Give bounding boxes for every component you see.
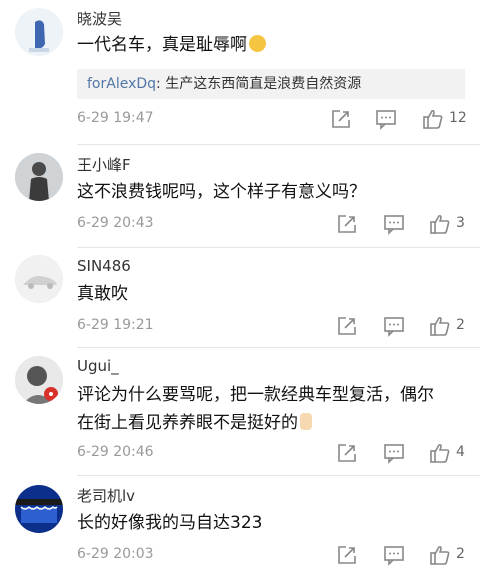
comment-text: 这不浪费钱呢吗，这个样子有意义吗？ [77, 182, 366, 202]
like-count: 4 [456, 444, 465, 460]
thumbs-up-icon[interactable] [429, 544, 451, 566]
comment-text-content: 一代名车，真是耻辱啊 [77, 35, 247, 55]
comment-meta: 6-29 20:46 4 [77, 442, 467, 466]
avatar[interactable] [15, 153, 63, 201]
avatar[interactable] [15, 485, 63, 533]
comment-item: SIN486 真敢吹 6-29 19:21 2 [0, 248, 480, 348]
comment-meta: 6-29 19:47 12 [77, 108, 467, 132]
victory-hand-emoji [300, 413, 312, 430]
quoted-reply[interactable]: forAlexDq: 生产这东西简直是浪费自然资源 [77, 69, 465, 99]
like-count: 3 [456, 215, 465, 231]
share-edit-icon[interactable] [336, 442, 358, 464]
comment-item: 老司机lv 长的好像我的马自达323 6-29 20:03 2 [0, 476, 480, 575]
share-edit-icon[interactable] [336, 213, 358, 235]
comment-text-line: 评论为什么要骂呢，把一款经典车型复活，偶尔 [77, 385, 434, 405]
sleepy-face-emoji [249, 35, 266, 52]
comment-bubble-icon[interactable] [383, 213, 405, 235]
timestamp: 6-29 20:46 [77, 444, 154, 460]
quoted-text: 生产这东西简直是浪费自然资源 [165, 76, 362, 92]
like-count: 2 [456, 546, 465, 562]
share-edit-icon[interactable] [330, 108, 352, 130]
username[interactable]: 王小峰F [77, 154, 131, 175]
comment-text: 真敢吹 [77, 284, 128, 304]
comment-bubble-icon[interactable] [383, 442, 405, 464]
quoted-username[interactable]: forAlexDq [87, 76, 156, 92]
comment-item: 晓波吴 一代名车，真是耻辱啊 forAlexDq: 生产这东西简直是浪费自然资源… [0, 0, 480, 145]
comment-item: Ugui_ 评论为什么要骂呢，把一款经典车型复活，偶尔 在街上看见养养眼不是挺好… [0, 348, 480, 476]
avatar[interactable] [15, 356, 63, 404]
comment-text-content: 在街上看见养养眼不是挺好的 [77, 413, 298, 433]
comment-text: 一代名车，真是耻辱啊 [77, 31, 469, 59]
comment-bubble-icon[interactable] [383, 315, 405, 337]
thumbs-up-icon[interactable] [422, 108, 444, 130]
thumbs-up-icon[interactable] [429, 442, 451, 464]
timestamp: 6-29 20:03 [77, 546, 154, 562]
comment-text: 评论为什么要骂呢，把一款经典车型复活，偶尔 在街上看见养养眼不是挺好的 [77, 381, 469, 437]
comment-meta: 6-29 19:21 2 [77, 315, 467, 339]
thumbs-up-icon[interactable] [429, 213, 451, 235]
share-edit-icon[interactable] [336, 315, 358, 337]
timestamp: 6-29 19:21 [77, 317, 154, 333]
username[interactable]: 晓波吴 [77, 8, 122, 29]
comment-bubble-icon[interactable] [375, 108, 397, 130]
comment-text-line: 在街上看见养养眼不是挺好的 [77, 409, 469, 437]
timestamp: 6-29 20:43 [77, 215, 154, 231]
comment-item: 王小峰F 这不浪费钱呢吗，这个样子有意义吗？ 6-29 20:43 3 [0, 145, 480, 248]
like-count: 12 [449, 110, 467, 126]
username[interactable]: SIN486 [77, 257, 131, 275]
like-count: 2 [456, 317, 465, 333]
comment-meta: 6-29 20:03 2 [77, 544, 467, 568]
comment-bubble-icon[interactable] [383, 544, 405, 566]
avatar[interactable] [15, 8, 63, 56]
timestamp: 6-29 19:47 [77, 110, 154, 126]
comment-meta: 6-29 20:43 3 [77, 213, 467, 237]
thumbs-up-icon[interactable] [429, 315, 451, 337]
username[interactable]: 老司机lv [77, 485, 135, 506]
username[interactable]: Ugui_ [77, 357, 119, 375]
avatar[interactable] [15, 255, 63, 303]
share-edit-icon[interactable] [336, 544, 358, 566]
comment-text: 长的好像我的马自达323 [77, 513, 263, 533]
